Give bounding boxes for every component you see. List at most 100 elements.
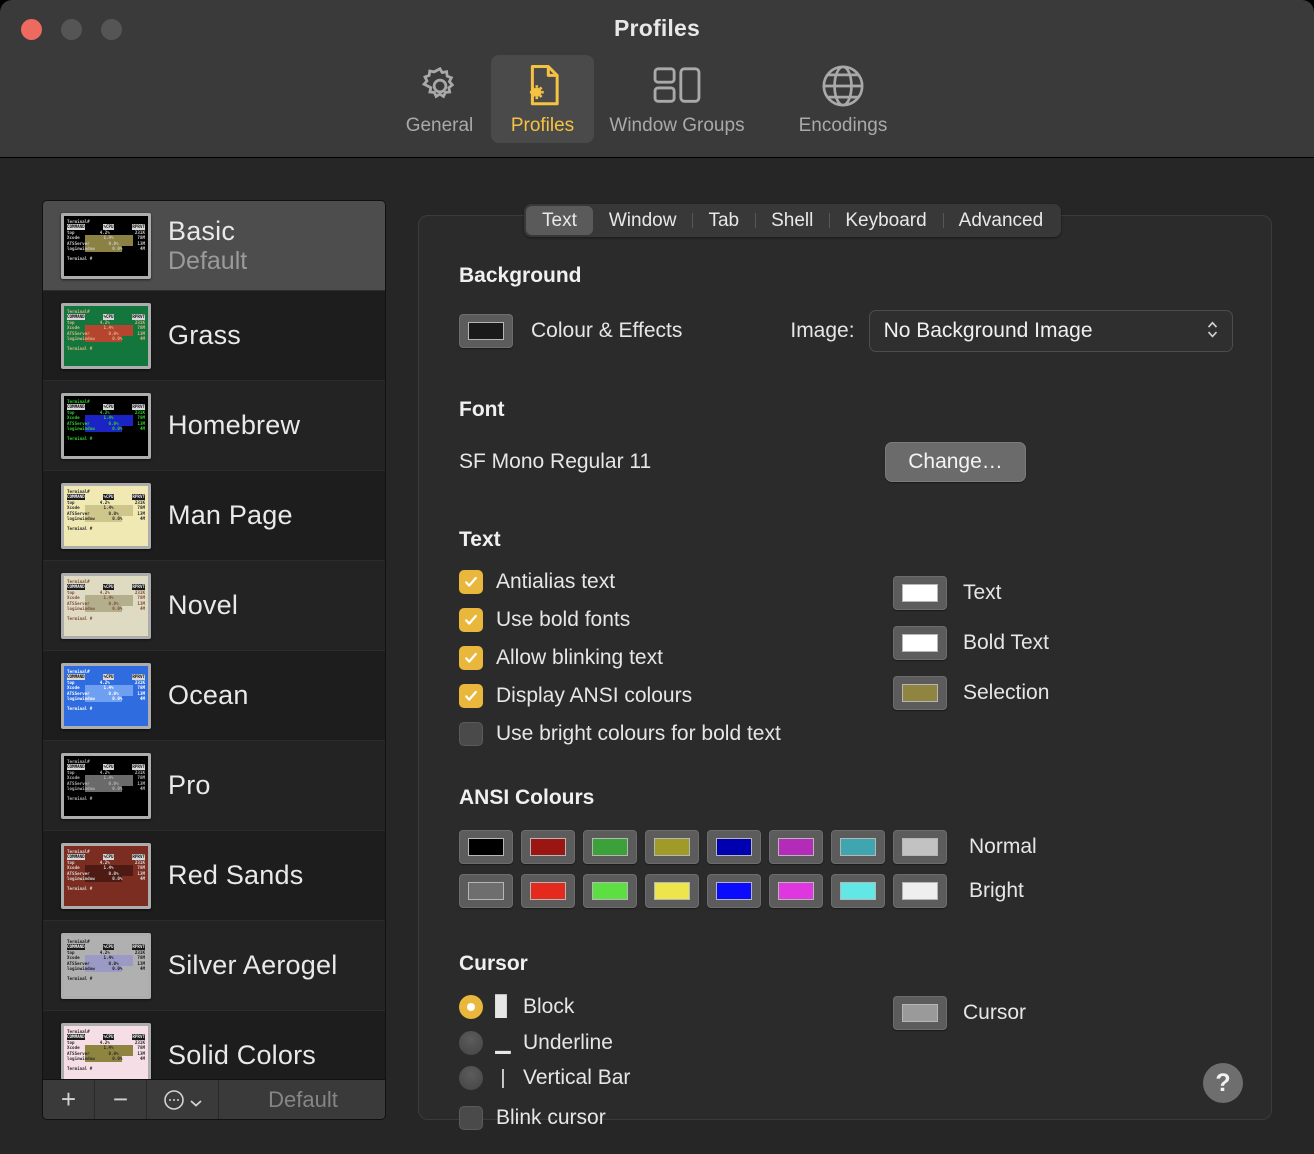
ansi-chip [716, 882, 752, 900]
ansi-bright-swatch-5[interactable] [769, 874, 823, 908]
profile-list-item[interactable]: Terminal#COMMAND%CPURPRVTtop4.2%231KXcod… [43, 741, 386, 831]
ansi-chip [592, 882, 628, 900]
cursor-shape-icon: | [494, 1067, 512, 1090]
text-option-row[interactable]: Display ANSI colours [459, 684, 889, 708]
background-image-select[interactable]: No Background Image [869, 310, 1233, 352]
radio-button[interactable] [459, 1031, 483, 1055]
ansi-normal-swatch-6[interactable] [831, 830, 885, 864]
tab-window[interactable]: Window [593, 206, 693, 235]
profile-list-item[interactable]: Terminal#COMMAND%CPURPRVTtop4.2%231KXcod… [43, 651, 386, 741]
ansi-normal-swatch-0[interactable] [459, 830, 513, 864]
remove-profile-button[interactable]: − [95, 1080, 147, 1120]
checkbox[interactable] [459, 646, 483, 670]
cursor-option-row[interactable]: ▁Underline [459, 1030, 889, 1055]
ansi-bright-label: Bright [969, 879, 1024, 903]
ansi-bright-swatch-1[interactable] [521, 874, 575, 908]
profile-name-block: Man Page [168, 500, 293, 530]
radio-button[interactable] [459, 1066, 483, 1090]
cursor-option-row[interactable]: ▊Block [459, 994, 889, 1019]
preferences-body: Terminal#COMMAND%CPURPRVTtop4.2%231KXcod… [0, 158, 1314, 1154]
profile-list-item[interactable]: Terminal#COMMAND%CPURPRVTtop4.2%231KXcod… [43, 381, 386, 471]
toolbar-item-general[interactable]: General [388, 55, 491, 143]
checkbox-label: Allow blinking text [496, 646, 663, 670]
radio-button[interactable] [459, 995, 483, 1019]
blink-cursor-row[interactable]: Blink cursor [459, 1106, 889, 1130]
cursor-heading: Cursor [459, 952, 1247, 976]
profile-thumbnail: Terminal#COMMAND%CPURPRVTtop4.2%231KXcod… [61, 663, 151, 729]
tab-tab[interactable]: Tab [692, 206, 755, 235]
ansi-chip [778, 838, 814, 856]
ansi-bright-swatch-2[interactable] [583, 874, 637, 908]
ansi-normal-swatch-2[interactable] [583, 830, 637, 864]
profile-list-item[interactable]: Terminal#COMMAND%CPURPRVTtop4.2%231KXcod… [43, 471, 386, 561]
tab-advanced[interactable]: Advanced [943, 206, 1060, 235]
profile-thumbnail: Terminal#COMMAND%CPURPRVTtop4.2%231KXcod… [61, 213, 151, 279]
profile-name-block: Novel [168, 590, 238, 620]
ansi-bright-swatch-4[interactable] [707, 874, 761, 908]
font-row: SF Mono Regular 11 Change… [459, 442, 1247, 482]
cursor-option-row[interactable]: |Vertical Bar [459, 1066, 889, 1090]
tab-shell[interactable]: Shell [755, 206, 829, 235]
tab-text[interactable]: Text [526, 206, 593, 235]
profile-thumbnail: Terminal#COMMAND%CPURPRVTtop4.2%231KXcod… [61, 753, 151, 819]
text-option-row[interactable]: Use bold fonts [459, 608, 889, 632]
ansi-normal-swatch-1[interactable] [521, 830, 575, 864]
image-label: Image: [790, 319, 854, 343]
change-font-button[interactable]: Change… [885, 442, 1026, 482]
text-option-row[interactable]: Allow blinking text [459, 646, 889, 670]
settings-tab-bar[interactable]: TextWindowTabShellKeyboardAdvanced [524, 204, 1061, 237]
toolbar-item-encodings[interactable]: Encodings [760, 55, 926, 143]
profile-doc-icon [521, 63, 565, 109]
toolbar-item-window-groups[interactable]: Window Groups [594, 55, 760, 143]
color-well[interactable] [893, 676, 947, 710]
ansi-normal-swatch-4[interactable] [707, 830, 761, 864]
profile-actions-menu-button[interactable] [147, 1080, 219, 1120]
blink-cursor-checkbox[interactable] [459, 1106, 483, 1130]
ansi-bright-swatch-0[interactable] [459, 874, 513, 908]
checkbox[interactable] [459, 570, 483, 594]
profile-name: Man Page [168, 500, 293, 530]
cursor-color-well[interactable] [893, 996, 947, 1030]
profile-thumbnail: Terminal#COMMAND%CPURPRVTtop4.2%231KXcod… [61, 483, 151, 549]
blink-cursor-label: Blink cursor [496, 1106, 606, 1130]
ansi-chip [902, 838, 938, 856]
checkbox[interactable] [459, 722, 483, 746]
profile-thumbnail: Terminal#COMMAND%CPURPRVTtop4.2%231KXcod… [61, 933, 151, 999]
toolbar-item-encodings-label: Encodings [799, 115, 888, 137]
ansi-normal-swatch-7[interactable] [893, 830, 947, 864]
profile-list-item[interactable]: Terminal#COMMAND%CPURPRVTtop4.2%231KXcod… [43, 291, 386, 381]
profile-list-item[interactable]: Terminal#COMMAND%CPURPRVTtop4.2%231KXcod… [43, 831, 386, 921]
ansi-normal-swatch-5[interactable] [769, 830, 823, 864]
toolbar-item-profiles[interactable]: Profiles [491, 55, 594, 143]
background-color-well[interactable] [459, 314, 513, 348]
profile-default-badge: Default [168, 247, 247, 275]
set-default-button[interactable]: Default [219, 1087, 386, 1113]
ansi-bright-swatch-6[interactable] [831, 874, 885, 908]
ansi-normal-swatch-3[interactable] [645, 830, 699, 864]
ansi-chip [468, 882, 504, 900]
help-button[interactable]: ? [1203, 1063, 1243, 1103]
profile-list-item[interactable]: Terminal#COMMAND%CPURPRVTtop4.2%231KXcod… [43, 921, 386, 1011]
ansi-bright-swatch-3[interactable] [645, 874, 699, 908]
chevron-updown-icon [1206, 319, 1219, 344]
profile-name-block: Ocean [168, 680, 249, 710]
color-well[interactable] [893, 626, 947, 660]
checkbox[interactable] [459, 608, 483, 632]
text-option-row[interactable]: Use bright colours for bold text [459, 722, 889, 746]
color-well-label: Bold Text [963, 631, 1049, 655]
profile-list-item[interactable]: Terminal#COMMAND%CPURPRVTtop4.2%231KXcod… [43, 201, 386, 291]
checkbox[interactable] [459, 684, 483, 708]
profile-name-block: Grass [168, 320, 241, 350]
text-option-row[interactable]: Antialias text [459, 570, 889, 594]
profile-name-block: Silver Aerogel [168, 950, 337, 980]
add-profile-button[interactable]: + [43, 1080, 95, 1120]
ansi-bright-swatch-7[interactable] [893, 874, 947, 908]
profile-list-item[interactable]: Terminal#COMMAND%CPURPRVTtop4.2%231KXcod… [43, 1011, 386, 1081]
color-swatch [902, 634, 938, 652]
tab-keyboard[interactable]: Keyboard [829, 206, 942, 235]
profiles-list[interactable]: Terminal#COMMAND%CPURPRVTtop4.2%231KXcod… [43, 201, 386, 1081]
profile-list-item[interactable]: Terminal#COMMAND%CPURPRVTtop4.2%231KXcod… [43, 561, 386, 651]
color-well[interactable] [893, 576, 947, 610]
toolbar-item-profiles-label: Profiles [511, 115, 574, 137]
profile-thumbnail: Terminal#COMMAND%CPURPRVTtop4.2%231KXcod… [61, 573, 151, 639]
